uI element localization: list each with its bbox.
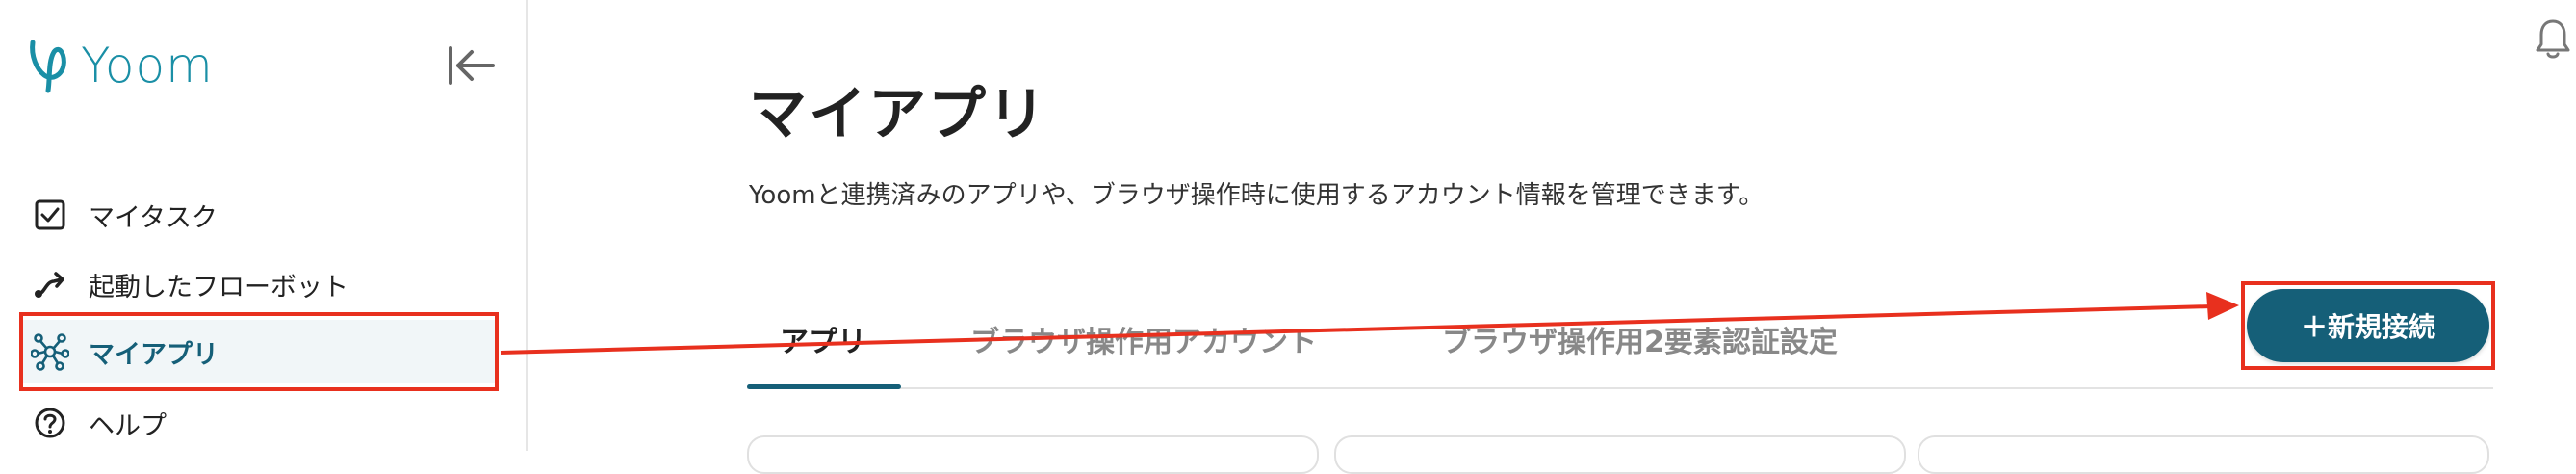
- tab-browser-accounts[interactable]: ブラウザ操作用アカウント: [970, 318, 1317, 389]
- collapse-sidebar-button[interactable]: [445, 42, 499, 89]
- annotation-highlight-my-apps: [19, 312, 499, 391]
- bell-icon[interactable]: [2534, 17, 2572, 60]
- active-tab-indicator: [747, 384, 901, 389]
- app-card[interactable]: [747, 435, 1319, 474]
- help-icon: [31, 404, 69, 442]
- annotation-highlight-new-connection: [2241, 281, 2495, 370]
- flow-icon: [31, 265, 69, 303]
- collapse-left-icon: [449, 46, 495, 85]
- app-card[interactable]: [1334, 435, 1906, 474]
- page-title: マイアプリ: [749, 81, 1047, 148]
- tab-apps[interactable]: アプリ: [780, 318, 866, 389]
- checkbox-icon: [31, 196, 69, 234]
- app-card[interactable]: [1918, 435, 2489, 474]
- tab-label: ブラウザ操作用2要素認証設定: [1442, 326, 1838, 359]
- logo-text: Yoom: [81, 38, 214, 93]
- sidebar-item-label: マイタスク: [89, 202, 218, 233]
- page-description: Yoomと連携済みのアプリや、ブラウザ操作時に使用するアカウント情報を管理できま…: [749, 181, 1765, 210]
- sidebar-item-label: 起動したフローボット: [89, 272, 348, 303]
- yoom-logo-icon: [30, 40, 66, 93]
- sidebar-item-help[interactable]: ヘルプ: [23, 391, 497, 455]
- tab-browser-2fa-settings[interactable]: ブラウザ操作用2要素認証設定: [1442, 318, 1838, 389]
- tab-bar: アプリ ブラウザ操作用アカウント ブラウザ操作用2要素認証設定: [747, 306, 2493, 389]
- tab-label: ブラウザ操作用アカウント: [970, 326, 1317, 359]
- sidebar-item-label: ヘルプ: [89, 410, 167, 441]
- sidebar-item-my-tasks[interactable]: マイタスク: [23, 183, 497, 247]
- yoom-logo[interactable]: Yoom: [27, 37, 214, 94]
- tab-label: アプリ: [780, 326, 866, 359]
- sidebar-item-launched-flowbots[interactable]: 起動したフローボット: [23, 252, 497, 316]
